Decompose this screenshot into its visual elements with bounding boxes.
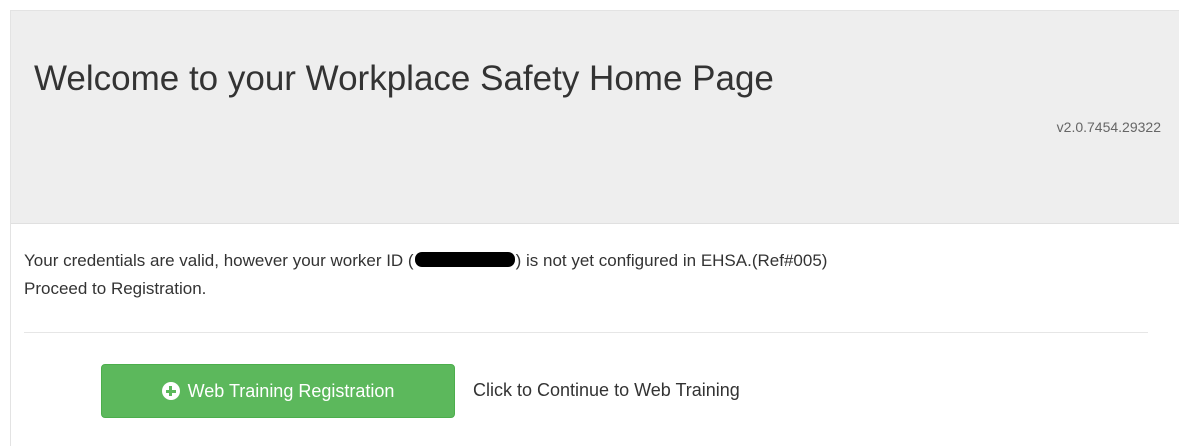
status-message: Your credentials are valid, however your… xyxy=(24,247,827,303)
web-training-registration-button[interactable]: Web Training Registration xyxy=(101,364,455,418)
redacted-worker-id xyxy=(414,252,515,267)
continue-hint: Click to Continue to Web Training xyxy=(473,380,740,400)
message-text-before-id: Your credentials are valid, however your… xyxy=(24,251,414,270)
plus-circle-icon xyxy=(161,382,180,400)
welcome-header: Welcome to your Workplace Safety Home Pa… xyxy=(11,11,1179,224)
proceed-text: Proceed to Registration. xyxy=(24,279,207,298)
divider xyxy=(24,332,1148,333)
button-label: Web Training Registration xyxy=(187,380,395,401)
page-title: Welcome to your Workplace Safety Home Pa… xyxy=(34,59,774,98)
version-label: v2.0.7454.29322 xyxy=(1056,119,1161,135)
message-text-after-id: ) is not yet configured in EHSA.(Ref#005… xyxy=(515,251,828,270)
